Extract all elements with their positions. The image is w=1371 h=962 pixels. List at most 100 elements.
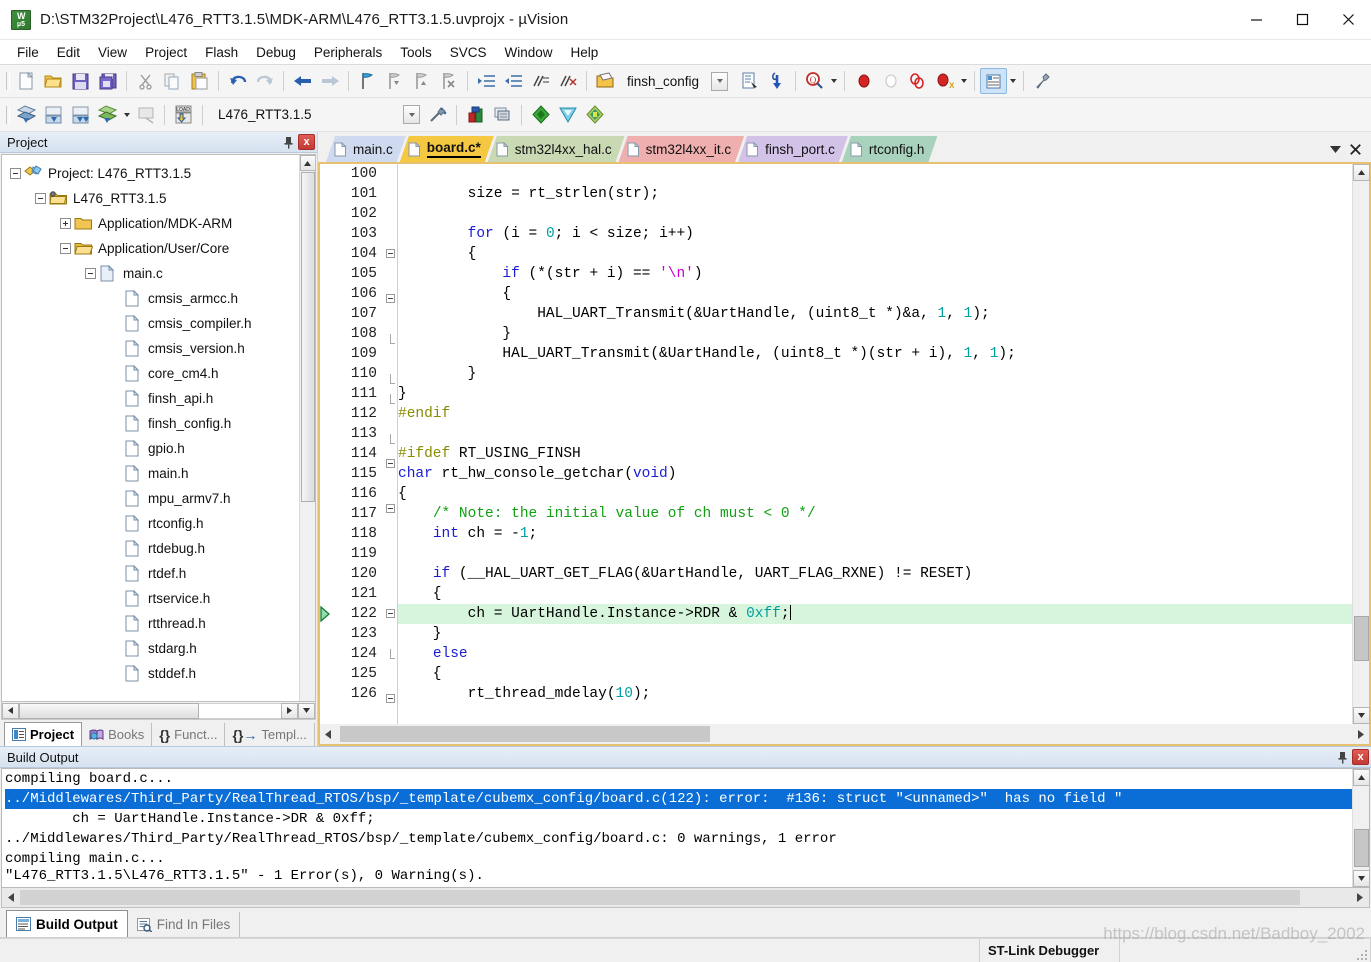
- menu-window[interactable]: Window: [495, 42, 561, 63]
- save-all-icon[interactable]: [94, 68, 121, 94]
- bookmark-clear-icon[interactable]: [435, 68, 462, 94]
- fold-marker[interactable]: [382, 714, 398, 724]
- fold-marker[interactable]: [382, 629, 398, 649]
- menu-file[interactable]: File: [8, 42, 48, 63]
- tab-find-in-files[interactable]: Find In Files: [128, 912, 241, 937]
- execution-arrow-icon[interactable]: [320, 604, 334, 624]
- menu-tools[interactable]: Tools: [391, 42, 441, 63]
- fold-marker[interactable]: [382, 459, 398, 479]
- tree-item-rtservice-h[interactable]: rtservice.h: [2, 586, 299, 611]
- chevron-down-icon[interactable]: [1325, 138, 1345, 160]
- project-tree-vertical-scrollbar[interactable]: [299, 155, 315, 701]
- tree-item-core-cm4-h[interactable]: core_cm4.h: [2, 361, 299, 386]
- build-options-caret-icon[interactable]: [121, 102, 132, 128]
- editor-vertical-scrollbar[interactable]: [1352, 164, 1369, 724]
- tree-item-stdarg-h[interactable]: stdarg.h: [2, 636, 299, 661]
- scroll-right-icon[interactable]: [281, 703, 298, 719]
- tree-item-rtdebug-h[interactable]: rtdebug.h: [2, 536, 299, 561]
- scroll-down-icon[interactable]: [1353, 707, 1370, 724]
- tree-item-finsh-api-h[interactable]: finsh_api.h: [2, 386, 299, 411]
- fold-marker[interactable]: [382, 414, 398, 434]
- tree-item-rtthread-h[interactable]: rtthread.h: [2, 611, 299, 636]
- marker-slot[interactable]: [320, 364, 334, 384]
- marker-slot[interactable]: [320, 224, 334, 244]
- collapse-icon[interactable]: [60, 243, 71, 254]
- new-file-icon[interactable]: [13, 68, 40, 94]
- bookmark-find-icon[interactable]: Q: [801, 68, 828, 94]
- menu-debug[interactable]: Debug: [247, 42, 305, 63]
- editor-horizontal-scrollbar[interactable]: [318, 724, 1371, 746]
- minimize-button[interactable]: [1233, 0, 1279, 40]
- code-line[interactable]: else: [398, 644, 1352, 664]
- manage-windows-icon[interactable]: [980, 68, 1007, 94]
- marker-slot[interactable]: [320, 544, 334, 564]
- scroll-up-icon[interactable]: [300, 155, 316, 171]
- scroll-left-icon[interactable]: [2, 888, 20, 908]
- code-line[interactable]: for (i = 0; i < size; i++): [398, 224, 1352, 244]
- tree-item-l476-rtt3-1-5[interactable]: L476_RTT3.1.5: [2, 186, 299, 211]
- marker-slot[interactable]: [320, 264, 334, 284]
- fold-marker[interactable]: [382, 314, 398, 334]
- editor-tab-finsh-port-c[interactable]: finsh_port.c: [738, 136, 848, 162]
- build-output-line[interactable]: ../Middlewares/Third_Party/RealThread_RT…: [5, 829, 1352, 849]
- copy-icon[interactable]: [159, 68, 186, 94]
- marker-slot[interactable]: [320, 424, 334, 444]
- code-line[interactable]: /* Note: the initial value of ch must < …: [398, 504, 1352, 524]
- toolbar-grip[interactable]: [4, 70, 11, 92]
- fold-marker[interactable]: [382, 584, 398, 604]
- pin-icon[interactable]: [280, 134, 296, 151]
- code-line[interactable]: {: [398, 284, 1352, 304]
- scroll-thumb[interactable]: [19, 703, 199, 719]
- tab-templates[interactable]: {}→ Templ...: [225, 723, 314, 746]
- marker-slot[interactable]: [320, 164, 334, 184]
- code-line[interactable]: {: [398, 664, 1352, 684]
- target-selector-label[interactable]: L476_RTT3.1.5: [208, 107, 373, 122]
- find-options-caret-icon[interactable]: [828, 68, 839, 94]
- marker-slot[interactable]: [320, 524, 334, 544]
- build-output-horizontal-scrollbar[interactable]: [1, 888, 1370, 908]
- code-line[interactable]: if (__HAL_UART_GET_FLAG(&UartHandle, UAR…: [398, 564, 1352, 584]
- uncomment-icon[interactable]: [554, 68, 581, 94]
- tab-build-output[interactable]: Build Output: [6, 910, 128, 937]
- marker-slot[interactable]: [320, 404, 334, 424]
- configure-flash-icon[interactable]: [581, 102, 608, 128]
- marker-slot[interactable]: [320, 204, 334, 224]
- tab-books[interactable]: Books: [82, 723, 152, 746]
- code-line[interactable]: }: [398, 624, 1352, 644]
- redo-icon[interactable]: [251, 68, 278, 94]
- fold-marker[interactable]: [382, 269, 398, 289]
- toolbar-grip[interactable]: [4, 104, 11, 126]
- build-output-error-line[interactable]: ../Middlewares/Third_Party/RealThread_RT…: [5, 789, 1352, 809]
- navigate-back-icon[interactable]: [289, 68, 316, 94]
- close-icon[interactable]: x: [298, 134, 315, 150]
- fold-marker[interactable]: [382, 504, 398, 524]
- fold-marker[interactable]: [382, 524, 398, 544]
- close-icon[interactable]: [1345, 138, 1365, 160]
- pin-icon[interactable]: [1334, 749, 1350, 766]
- marker-slot[interactable]: [320, 644, 334, 664]
- code-line[interactable]: char rt_hw_console_getchar(void): [398, 464, 1352, 484]
- menu-project[interactable]: Project: [136, 42, 196, 63]
- collapse-icon[interactable]: [35, 193, 46, 204]
- goto-definition-icon[interactable]: [736, 68, 763, 94]
- code-line[interactable]: HAL_UART_Transmit(&UartHandle, (uint8_t …: [398, 344, 1352, 364]
- marker-slot[interactable]: [320, 384, 334, 404]
- code-line[interactable]: #endif: [398, 404, 1352, 424]
- tree-item-cmsis-compiler-h[interactable]: cmsis_compiler.h: [2, 311, 299, 336]
- code-line[interactable]: ch = UartHandle.Instance->RDR & 0xff;: [398, 604, 1352, 624]
- configure-icon[interactable]: [1029, 68, 1056, 94]
- marker-slot[interactable]: [320, 444, 334, 464]
- fold-marker[interactable]: [382, 564, 398, 584]
- build-output-line[interactable]: compiling board.c...: [5, 769, 1352, 789]
- save-icon[interactable]: [67, 68, 94, 94]
- scroll-left-icon[interactable]: [320, 724, 336, 744]
- code-line[interactable]: size = rt_strlen(str);: [398, 184, 1352, 204]
- scroll-thumb[interactable]: [340, 726, 710, 742]
- marker-slot[interactable]: [320, 584, 334, 604]
- fold-marker[interactable]: [382, 479, 398, 499]
- fold-marker[interactable]: [382, 334, 398, 354]
- breakpoint-disable-icon[interactable]: [877, 68, 904, 94]
- marker-slot[interactable]: [320, 304, 334, 324]
- tab-project[interactable]: Project: [4, 722, 82, 746]
- bookmark-next-icon[interactable]: [408, 68, 435, 94]
